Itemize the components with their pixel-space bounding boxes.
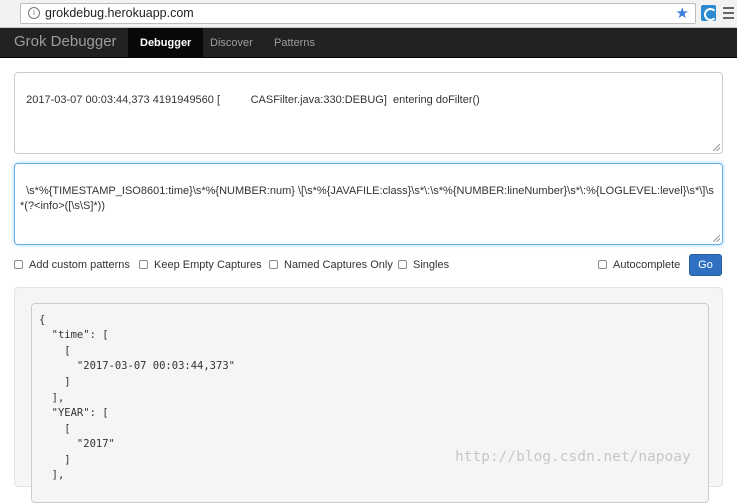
add-custom-patterns-checkbox[interactable] — [14, 260, 23, 269]
top-navbar: Grok Debugger Debugger Discover Patterns — [0, 28, 737, 58]
output-line: ], — [39, 469, 65, 481]
nav-patterns[interactable]: Patterns — [262, 28, 327, 58]
autocomplete-label: Autocomplete — [613, 259, 681, 271]
url-text[interactable]: grokdebug.herokuapp.com — [45, 6, 194, 20]
output-line: [ — [39, 345, 71, 357]
autocomplete-checkbox[interactable] — [598, 260, 607, 269]
output-line: "2017" — [39, 438, 115, 450]
autocomplete-option[interactable]: Autocomplete — [598, 259, 680, 273]
extension-icon[interactable] — [701, 5, 717, 21]
keep-empty-captures-label: Keep Empty Captures — [154, 259, 262, 271]
add-custom-patterns-option[interactable]: Add custom patterns — [14, 259, 130, 273]
pattern-input-textarea[interactable]: \s*%{TIMESTAMP_ISO8601:time}\s*%{NUMBER:… — [14, 163, 723, 245]
keep-empty-captures-option[interactable]: Keep Empty Captures — [139, 259, 262, 273]
resize-handle[interactable] — [713, 235, 720, 242]
nav-debugger[interactable]: Debugger — [128, 28, 204, 58]
output-line: ] — [39, 376, 71, 388]
go-button[interactable]: Go — [689, 254, 722, 276]
output-line: ] — [39, 454, 71, 466]
output-json: { "time": [ [ "2017-03-07 00:03:44,373" … — [31, 303, 709, 503]
output-line: ], — [39, 392, 65, 404]
output-line: "2017-03-07 00:03:44,373" — [39, 360, 235, 372]
info-icon[interactable]: i — [28, 7, 40, 19]
output-line: { — [39, 314, 46, 326]
output-line: [ — [39, 423, 71, 435]
resize-handle[interactable] — [713, 144, 720, 151]
singles-label: Singles — [413, 259, 450, 271]
named-captures-only-label: Named Captures Only — [284, 259, 393, 271]
pattern-input-text: \s*%{TIMESTAMP_ISO8601:time}\s*%{NUMBER:… — [20, 185, 714, 212]
named-captures-only-checkbox[interactable] — [269, 260, 278, 269]
named-captures-only-option[interactable]: Named Captures Only — [269, 259, 393, 273]
output-line: "YEAR": [ — [39, 407, 109, 419]
browser-toolbar: i grokdebug.herokuapp.com ★ — [0, 0, 737, 28]
nav-discover[interactable]: Discover — [198, 28, 265, 58]
watermark: http://blog.csdn.net/napoay — [455, 449, 691, 465]
address-bar[interactable]: i grokdebug.herokuapp.com ★ — [20, 3, 696, 24]
keep-empty-captures-checkbox[interactable] — [139, 260, 148, 269]
log-input-textarea[interactable]: 2017-03-07 00:03:44,373 4191949560 [ CAS… — [14, 72, 723, 154]
output-line: "time": [ — [39, 329, 109, 341]
add-custom-patterns-label: Add custom patterns — [29, 259, 130, 271]
brand-link[interactable]: Grok Debugger — [14, 33, 117, 50]
bookmark-star-icon[interactable]: ★ — [676, 4, 689, 23]
singles-checkbox[interactable] — [398, 260, 407, 269]
singles-option[interactable]: Singles — [398, 259, 449, 273]
log-input-text: 2017-03-07 00:03:44,373 4191949560 [ CAS… — [26, 94, 480, 106]
browser-menu-icon[interactable] — [723, 7, 734, 22]
